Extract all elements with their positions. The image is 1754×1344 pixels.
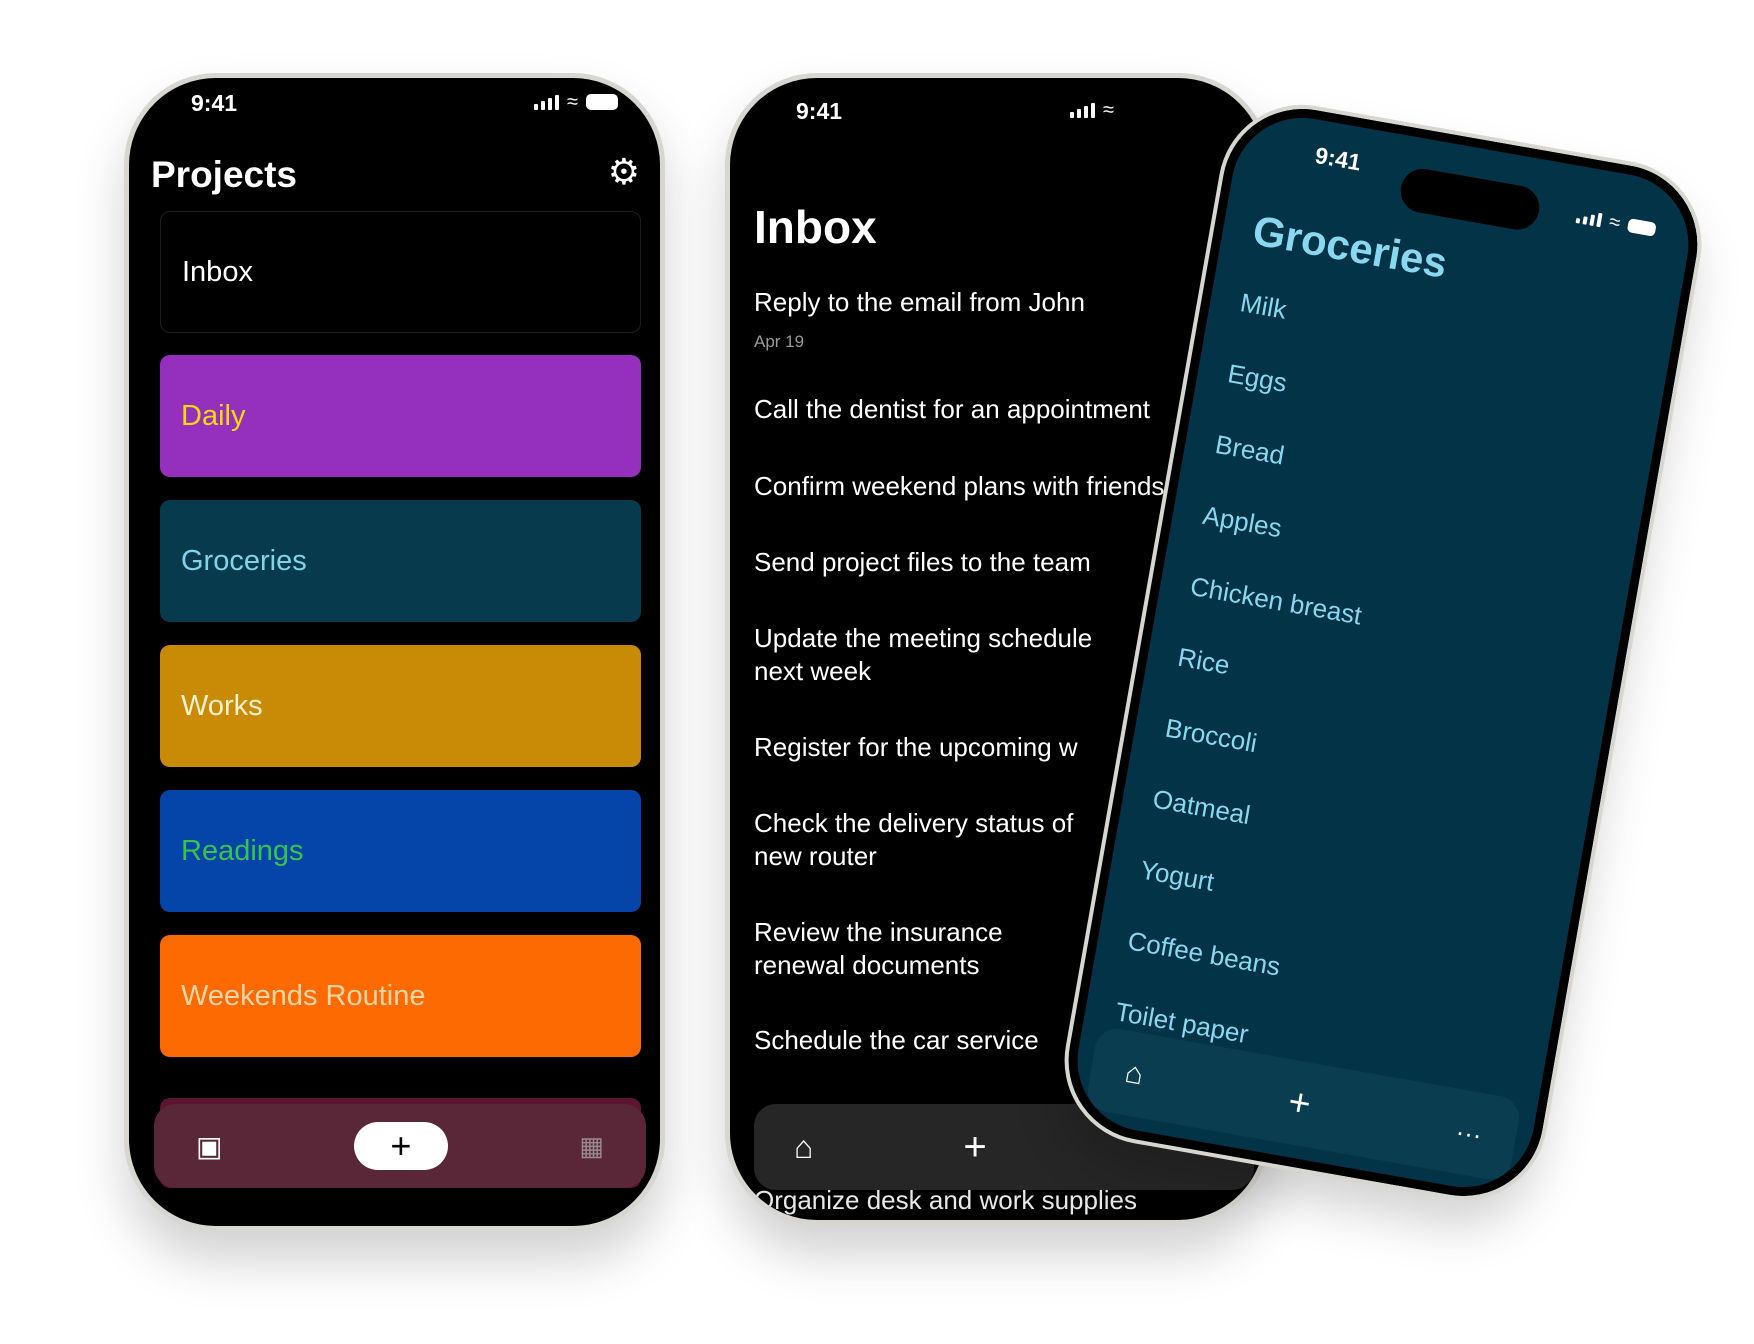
grocery-item[interactable]: Eggs: [1225, 358, 1290, 399]
plus-icon[interactable]: +: [1285, 1080, 1314, 1126]
dynamic-island: [1397, 165, 1543, 234]
add-button[interactable]: +: [353, 1122, 448, 1170]
battery-icon: [586, 94, 618, 110]
task-item[interactable]: Call the dentist for an appointment: [754, 393, 1150, 426]
project-readings[interactable]: Readings: [160, 790, 641, 912]
project-weekends-routine[interactable]: Weekends Routine: [160, 935, 641, 1057]
project-inbox[interactable]: Inbox: [160, 211, 641, 333]
project-works[interactable]: Works: [160, 645, 641, 767]
grocery-item[interactable]: Apples: [1200, 500, 1285, 544]
task-item[interactable]: Register for the upcoming w: [754, 731, 1078, 764]
grocery-item[interactable]: Rice: [1175, 642, 1232, 682]
grocery-item[interactable]: Chicken breast: [1188, 571, 1364, 632]
task-text: Review the insurance: [754, 917, 1003, 947]
more-icon[interactable]: ···: [1453, 1116, 1485, 1151]
task-item[interactable]: Organize desk and work supplies: [754, 1184, 1137, 1217]
inbox-tray-icon[interactable]: ▣: [196, 1130, 222, 1163]
grocery-item[interactable]: Coffee beans: [1125, 925, 1283, 982]
page-title: Projects: [151, 154, 298, 195]
task-text: Update the meeting schedule: [754, 623, 1093, 653]
task-date: Apr 19: [754, 332, 805, 351]
project-daily[interactable]: Daily: [160, 355, 641, 477]
wifi-icon: ≈: [567, 91, 578, 113]
task-item[interactable]: Check the delivery status of new router: [754, 807, 1073, 873]
task-text: new router: [754, 841, 877, 871]
task-item[interactable]: Send project files to the team: [754, 546, 1091, 579]
task-item[interactable]: Review the insurance renewal documents: [754, 916, 1003, 982]
grocery-item[interactable]: Oatmeal: [1150, 784, 1253, 832]
wifi-icon: ≈: [1607, 210, 1622, 235]
status-icons: ≈: [1070, 100, 1114, 120]
task-text: Check the delivery status of: [754, 808, 1074, 838]
grocery-item[interactable]: Yogurt: [1138, 854, 1216, 897]
task-item[interactable]: Update the meeting schedule next week: [754, 622, 1092, 688]
task-text: next week: [754, 656, 872, 686]
status-icons: ≈: [534, 92, 618, 112]
signal-icon: [1575, 209, 1603, 228]
status-time: 9:41: [1313, 141, 1364, 176]
status-time: 9:41: [796, 98, 843, 124]
calendar-icon[interactable]: ▦: [579, 1131, 604, 1162]
signal-icon: [1070, 102, 1095, 118]
grocery-item[interactable]: Bread: [1213, 429, 1287, 472]
page-title: Inbox: [754, 201, 877, 253]
wifi-icon: ≈: [1103, 99, 1114, 121]
plus-icon: +: [390, 1125, 412, 1166]
gear-icon[interactable]: ⚙: [608, 154, 640, 190]
grocery-item[interactable]: Broccoli: [1163, 713, 1259, 760]
projects-phone: 9:41 ≈ Projects ⚙ Inbox Daily Groceries …: [124, 73, 665, 1231]
status-icons: ≈: [1575, 206, 1657, 240]
plus-icon[interactable]: +: [963, 1125, 986, 1170]
task-item[interactable]: Reply to the email from John Apr 19: [754, 286, 1085, 358]
signal-icon: [534, 94, 560, 110]
home-icon[interactable]: ⌂: [794, 1129, 813, 1166]
status-time: 9:41: [191, 90, 238, 116]
task-item[interactable]: Confirm weekend plans with friends: [754, 470, 1164, 503]
task-text: Reply to the email from John: [754, 287, 1085, 317]
task-text: renewal documents: [754, 950, 980, 980]
project-groceries[interactable]: Groceries: [160, 500, 641, 622]
task-item[interactable]: Schedule the car service: [754, 1024, 1039, 1057]
page-title: Groceries: [1249, 206, 1451, 287]
battery-icon: [1626, 218, 1657, 237]
tab-bar: ▣ + ▦: [154, 1104, 646, 1188]
home-icon[interactable]: ⌂: [1122, 1056, 1146, 1093]
grocery-item[interactable]: Milk: [1238, 287, 1289, 326]
